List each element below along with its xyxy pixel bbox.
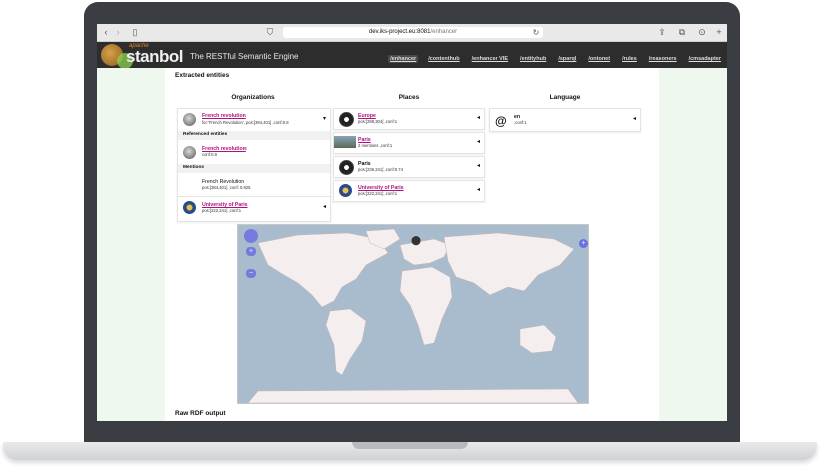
- nav-cmsadapter[interactable]: /cmsadapter: [687, 55, 723, 63]
- mentions-heading: Mentions: [183, 165, 205, 170]
- pan-control-icon[interactable]: [244, 229, 258, 243]
- entity-thumbnail-icon: [183, 113, 196, 126]
- place-paris-meta: 2 mentions ,conf:1: [358, 143, 393, 148]
- mention-meta: pos:[384,401] ,conf: 0.825: [202, 185, 251, 190]
- tagline: The RESTful Semantic Engine: [190, 52, 299, 61]
- tabs-overview-icon[interactable]: ⧉: [677, 27, 687, 38]
- new-tab-icon[interactable]: +: [714, 27, 724, 38]
- org-french-revolution-meta: for:'French Revolution', pos:[384,401] ,…: [202, 120, 289, 125]
- africa-shape: [399, 266, 453, 346]
- referenced-entities-heading: Referenced entities: [183, 132, 228, 137]
- top-navigation: /enhancer /contenthub /enhancer VIE /ent…: [388, 55, 723, 63]
- nav-entityhub[interactable]: /entityhub: [518, 55, 548, 63]
- main-content: Extracted entities Organizations Places …: [165, 68, 659, 421]
- places-heading: Places: [398, 94, 420, 101]
- screen: ‹ › ▯ ⛉ dev.iks-project.eu:8081/enhancer…: [97, 24, 727, 421]
- paris-photo-thumbnail: [334, 136, 356, 148]
- place-university-of-paris-meta: pos:[222,241] ,conf:1: [358, 191, 398, 196]
- collapse-arrow-icon[interactable]: ◂: [477, 162, 480, 169]
- right-margin: [659, 68, 727, 421]
- australia-shape: [519, 324, 557, 354]
- divider: [178, 196, 330, 197]
- referenced-thumbnail-icon: [183, 146, 196, 159]
- map-marker-icon[interactable]: ⬤: [411, 235, 421, 246]
- place-item[interactable]: Paris 2 mentions ,conf:1 ◂: [333, 132, 485, 154]
- nav-enhancer-vie[interactable]: /enhancer VIE: [470, 55, 510, 63]
- university-seal-icon: [183, 201, 196, 214]
- left-margin: [97, 68, 165, 421]
- nav-reasoners[interactable]: /reasoners: [647, 55, 679, 63]
- share-icon[interactable]: ⇪: [657, 27, 667, 38]
- at-sign-icon: @: [495, 114, 507, 128]
- university-seal-icon: [339, 184, 352, 197]
- org-university-of-paris-meta: pos:[222,241] ,conf:1: [202, 208, 242, 213]
- place-europe-meta: pos:[298,304] ,conf:1: [358, 119, 398, 124]
- europe-shape: [399, 238, 451, 266]
- zoom-out-button[interactable]: −: [246, 269, 256, 278]
- world-map[interactable]: ⬤ + − +: [237, 224, 589, 404]
- downloads-icon[interactable]: ⊙: [697, 27, 707, 38]
- north-america-shape: [257, 232, 389, 308]
- layer-switcher-button[interactable]: +: [579, 239, 588, 248]
- world-map-svg: [247, 228, 579, 403]
- collapse-arrow-icon[interactable]: ◂: [477, 186, 480, 193]
- compass-icon: [339, 160, 354, 175]
- raw-rdf-heading: Raw RDF output: [175, 410, 226, 417]
- app-header: apache stanbol The RESTful Semantic Engi…: [97, 42, 727, 69]
- language-heading: Language: [549, 94, 581, 101]
- back-icon[interactable]: ‹: [102, 27, 110, 38]
- organizations-heading: Organizations: [231, 94, 275, 101]
- nav-rules[interactable]: /rules: [620, 55, 639, 63]
- compass-icon: [339, 112, 354, 127]
- browser-toolbar: ‹ › ▯ ⛉ dev.iks-project.eu:8081/enhancer…: [97, 24, 727, 42]
- forward-icon[interactable]: ›: [114, 27, 122, 38]
- asia-shape: [443, 232, 575, 296]
- south-america-shape: [325, 308, 367, 376]
- org-french-revolution-link[interactable]: French revolution: [202, 113, 246, 119]
- logo-stanbol-text: stanbol: [126, 47, 183, 66]
- collapse-arrow-icon[interactable]: ◂: [633, 115, 636, 122]
- url-host: dev.iks-project.eu:8081: [368, 29, 431, 35]
- sidebar-toggle-icon[interactable]: ▯: [130, 27, 140, 38]
- place-item[interactable]: University of Paris pos:[222,241] ,conf:…: [333, 180, 485, 202]
- language-meta: ,conf:1: [514, 120, 527, 125]
- nav-sparql[interactable]: /sparql: [556, 55, 578, 63]
- collapse-arrow-icon[interactable]: ◂: [323, 203, 326, 210]
- external-link-icon[interactable]: ⧉: [244, 146, 247, 151]
- place-item[interactable]: Paris pos:[236,241] ,conf:0.74 ◂: [333, 156, 485, 178]
- map-zoom-control: + −: [242, 229, 260, 279]
- address-bar[interactable]: dev.iks-project.eu:8081/enhancer: [283, 27, 543, 38]
- place-item[interactable]: Europe pos:[298,304] ,conf:1 ◂: [333, 108, 485, 130]
- antarctica-shape: [247, 388, 579, 403]
- nav-enhancer[interactable]: /enhancer: [388, 55, 419, 63]
- url-path: /enhancer: [430, 29, 458, 35]
- language-item[interactable]: @ en ,conf:1 ◂: [489, 108, 641, 132]
- expand-arrow-icon[interactable]: ▾: [323, 115, 326, 122]
- laptop-notch: [352, 442, 468, 449]
- nav-ontonet[interactable]: /ontonet: [586, 55, 612, 63]
- collapse-arrow-icon[interactable]: ◂: [477, 114, 480, 121]
- extracted-entities-heading: Extracted entities: [175, 72, 230, 79]
- collapse-arrow-icon[interactable]: ◂: [477, 138, 480, 145]
- nav-contenthub[interactable]: /contenthub: [426, 55, 461, 63]
- reload-icon[interactable]: ↻: [531, 27, 541, 38]
- organizations-card: French revolution for:'French Revolution…: [177, 108, 331, 222]
- referenced-meta: conf:0.8: [202, 152, 217, 157]
- place-paris-second-meta: pos:[236,241] ,conf:0.74: [358, 167, 403, 172]
- zoom-in-button[interactable]: +: [246, 247, 256, 256]
- privacy-shield-icon[interactable]: ⛉: [265, 27, 275, 38]
